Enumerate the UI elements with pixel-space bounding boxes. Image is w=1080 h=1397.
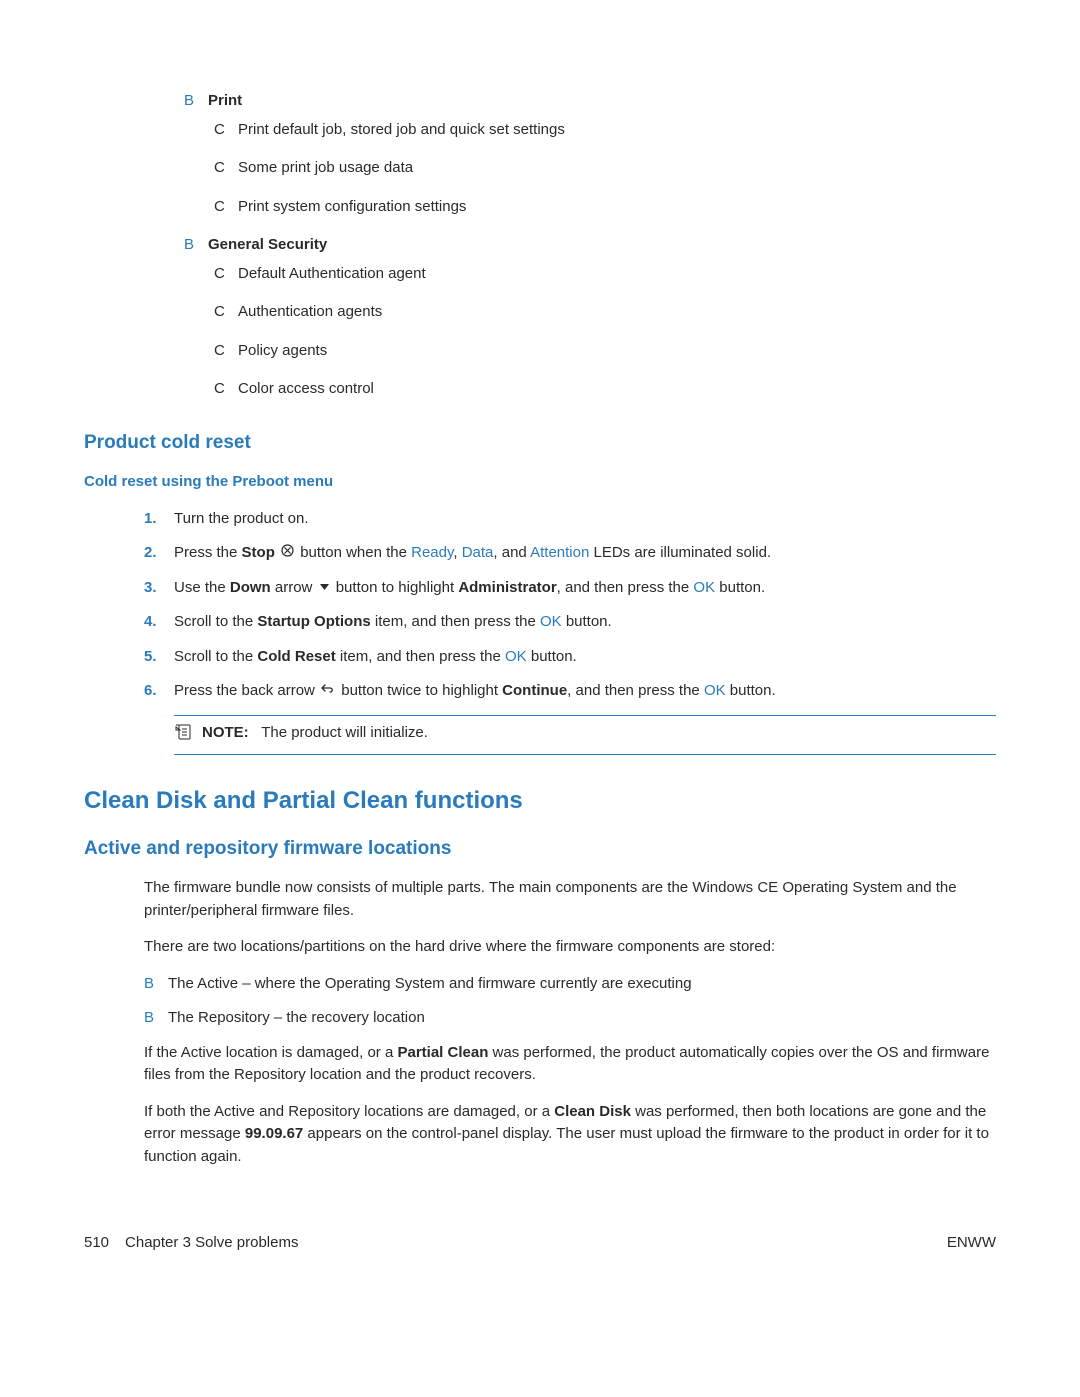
step-5: 5. Scroll to the Cold Reset item, and th… — [144, 646, 996, 669]
note-label: NOTE: — [202, 724, 249, 741]
list-item-text: The Repository – the recovery location — [168, 1007, 425, 1030]
page-number: 510 — [84, 1232, 109, 1255]
list-item-text: Default Authentication agent — [238, 263, 426, 286]
section-label: General Security — [208, 234, 327, 257]
bullet-c-icon: C — [214, 157, 238, 180]
stop-icon — [281, 542, 294, 565]
step-number: 2. — [144, 542, 174, 565]
step-text: Scroll to the Cold Reset item, and then … — [174, 646, 577, 669]
step-text: Press the Stop button when the Ready, Da… — [174, 542, 771, 565]
paragraph: The firmware bundle now consists of mult… — [144, 877, 996, 922]
step-2: 2. Press the Stop button when the Ready,… — [144, 542, 996, 565]
bullet-b-icon: B — [144, 1007, 168, 1030]
bullet-c-icon: C — [214, 196, 238, 219]
step-1: 1. Turn the product on. — [144, 508, 996, 531]
step-number: 3. — [144, 577, 174, 600]
bullet-c-icon: C — [214, 301, 238, 324]
step-number: 6. — [144, 680, 174, 703]
step-number: 5. — [144, 646, 174, 669]
list-item: B The Active – where the Operating Syste… — [144, 973, 996, 996]
list-item: C Print default job, stored job and quic… — [214, 119, 996, 142]
step-4: 4. Scroll to the Startup Options item, a… — [144, 611, 996, 634]
down-arrow-icon — [319, 577, 330, 600]
list-item: C Default Authentication agent — [214, 263, 996, 286]
note-content: NOTE: The product will initialize. — [202, 722, 428, 745]
list-item-text: Policy agents — [238, 340, 327, 363]
step-number: 1. — [144, 508, 174, 531]
step-text: Use the Down arrow button to highlight A… — [174, 577, 765, 600]
step-text: Turn the product on. — [174, 508, 309, 531]
list-item-text: Authentication agents — [238, 301, 382, 324]
list-item: B The Repository – the recovery location — [144, 1007, 996, 1030]
paragraph: If the Active location is damaged, or a … — [144, 1042, 996, 1087]
chapter-label: Chapter 3 Solve problems — [125, 1232, 298, 1255]
list-item: C Some print job usage data — [214, 157, 996, 180]
list-item: C Policy agents — [214, 340, 996, 363]
note-box: NOTE: The product will initialize. — [174, 715, 996, 755]
bullet-b-icon: B — [144, 973, 168, 996]
document-page: B Print C Print default job, stored job … — [0, 0, 1080, 1232]
bullet-c-icon: C — [214, 378, 238, 401]
list-item-text: Some print job usage data — [238, 157, 413, 180]
steps-list: 1. Turn the product on. 2. Press the Sto… — [144, 508, 996, 704]
step-number: 4. — [144, 611, 174, 634]
list-item: C Print system configuration settings — [214, 196, 996, 219]
section-security: B General Security — [184, 234, 996, 257]
heading-clean-disk: Clean Disk and Partial Clean functions — [84, 783, 996, 819]
section-label: Print — [208, 90, 242, 113]
list-item-text: Print default job, stored job and quick … — [238, 119, 565, 142]
step-3: 3. Use the Down arrow button to highligh… — [144, 577, 996, 600]
note-icon — [174, 724, 196, 748]
list-item: C Color access control — [214, 378, 996, 401]
footer-right: ENWW — [947, 1232, 996, 1255]
step-text: Press the back arrow button twice to hig… — [174, 680, 776, 703]
bullet-b-icon: B — [184, 234, 208, 257]
list-item-text: Color access control — [238, 378, 374, 401]
back-arrow-icon — [321, 680, 335, 703]
heading-cold-reset: Product cold reset — [84, 429, 996, 458]
list-item-text: Print system configuration settings — [238, 196, 466, 219]
subheading-cold-reset: Cold reset using the Preboot menu — [84, 471, 996, 494]
section-print: B Print — [184, 90, 996, 113]
list-item-text: The Active – where the Operating System … — [168, 973, 692, 996]
bullet-c-icon: C — [214, 119, 238, 142]
list-item: C Authentication agents — [214, 301, 996, 324]
bullet-b-icon: B — [184, 90, 208, 113]
bullet-c-icon: C — [214, 263, 238, 286]
step-6: 6. Press the back arrow button twice to … — [144, 680, 996, 703]
note-text: The product will initialize. — [261, 724, 428, 741]
subheading-firmware: Active and repository firmware locations — [84, 835, 996, 864]
step-text: Scroll to the Startup Options item, and … — [174, 611, 612, 634]
page-footer: 510 Chapter 3 Solve problems ENWW — [0, 1232, 1080, 1295]
paragraph: If both the Active and Repository locati… — [144, 1101, 996, 1169]
bullet-c-icon: C — [214, 340, 238, 363]
paragraph: There are two locations/partitions on th… — [144, 936, 996, 959]
